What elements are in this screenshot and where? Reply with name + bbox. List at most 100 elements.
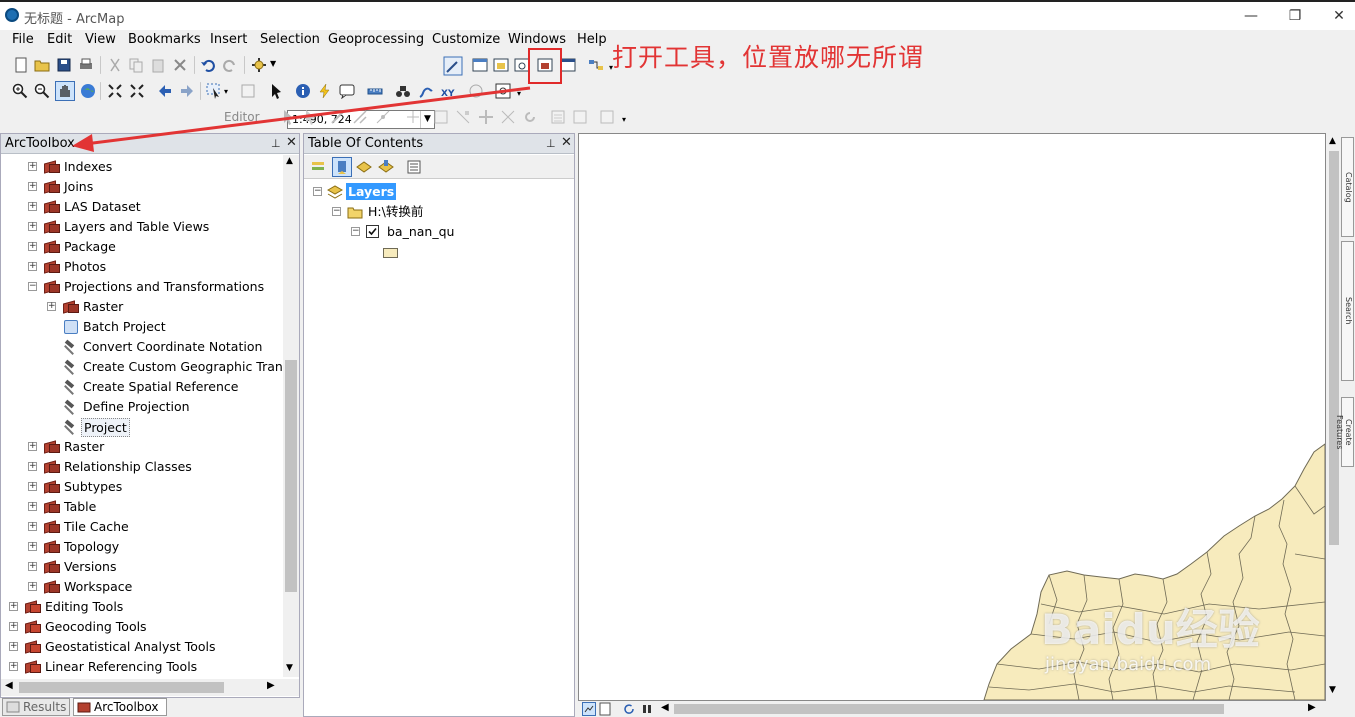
add-data-icon[interactable] xyxy=(251,57,267,73)
tree-item-raster[interactable]: + Raster xyxy=(1,437,281,457)
dock-search-tab[interactable]: Search xyxy=(1341,241,1354,381)
tree-item-package[interactable]: + Package xyxy=(1,237,281,257)
expand-plus-icon[interactable]: + xyxy=(28,522,37,531)
tab-results[interactable]: Results xyxy=(2,698,70,716)
undo-icon[interactable] xyxy=(200,57,216,73)
list-by-visibility-icon[interactable] xyxy=(356,159,372,175)
create-features-icon[interactable] xyxy=(599,109,615,125)
toolbar-options-icon[interactable]: ▾ xyxy=(622,115,626,124)
expand-plus-icon[interactable]: + xyxy=(28,242,37,251)
add-data-dropdown-icon[interactable]: ▼ xyxy=(270,59,276,68)
menu-file[interactable]: File xyxy=(10,32,36,47)
collapse-minus-icon[interactable]: − xyxy=(313,187,322,196)
pause-drawing-icon[interactable] xyxy=(640,702,654,716)
menu-bookmarks[interactable]: Bookmarks xyxy=(126,32,203,47)
expand-plus-icon[interactable]: + xyxy=(9,622,18,631)
layer-visibility-checkbox[interactable] xyxy=(366,225,379,238)
print-icon[interactable] xyxy=(78,57,94,73)
tree-item-create-custom-geographic-transformation[interactable]: Create Custom Geographic Transf xyxy=(1,357,283,377)
tab-arctoolbox[interactable]: ArcToolbox xyxy=(73,698,167,716)
scrollbar-thumb[interactable] xyxy=(674,704,1224,714)
collapse-minus-icon[interactable]: − xyxy=(332,207,341,216)
horizontal-scrollbar[interactable]: ◀ ▶ xyxy=(1,679,299,696)
expand-plus-icon[interactable]: + xyxy=(47,302,56,311)
paste-icon[interactable] xyxy=(150,57,166,73)
menu-customize[interactable]: Customize xyxy=(430,32,502,47)
pin-icon[interactable]: ⊥ xyxy=(546,137,556,150)
list-by-selection-icon[interactable] xyxy=(378,159,394,175)
list-by-source-icon[interactable] xyxy=(332,157,352,177)
tree-item-indexes[interactable]: + Indexes xyxy=(1,157,281,177)
tree-item-tile-cache[interactable]: + Tile Cache xyxy=(1,517,281,537)
expand-plus-icon[interactable]: + xyxy=(9,662,18,671)
tree-item-subtypes[interactable]: + Subtypes xyxy=(1,477,281,497)
expand-plus-icon[interactable]: + xyxy=(9,642,18,651)
zoom-out-icon[interactable] xyxy=(34,83,50,99)
tree-item-las-dataset[interactable]: + LAS Dataset xyxy=(1,197,281,217)
python-window-icon[interactable] xyxy=(560,57,576,73)
scrollbar-thumb[interactable] xyxy=(285,360,297,592)
list-by-drawing-order-icon[interactable] xyxy=(310,159,326,175)
tree-item-raster-sub[interactable]: + Raster xyxy=(1,297,281,317)
expand-plus-icon[interactable]: + xyxy=(28,562,37,571)
tree-item-workspace[interactable]: + Workspace xyxy=(1,577,281,597)
tree-item-relationship-classes[interactable]: + Relationship Classes xyxy=(1,457,281,477)
dock-catalog-tab[interactable]: Catalog xyxy=(1341,137,1354,237)
scroll-right-icon[interactable]: ▶ xyxy=(267,680,275,691)
toc-layers-frame[interactable]: − Layers xyxy=(304,182,564,202)
tree-item-linear-referencing-tools[interactable]: + Linear Referencing Tools xyxy=(1,657,281,677)
tree-item-table[interactable]: + Table xyxy=(1,497,281,517)
save-icon[interactable] xyxy=(56,57,72,73)
restore-button[interactable]: ❐ xyxy=(1280,6,1310,26)
expand-plus-icon[interactable]: + xyxy=(28,462,37,471)
catalog-window-icon[interactable] xyxy=(493,57,509,73)
delete-icon[interactable] xyxy=(172,57,188,73)
model-builder-icon[interactable] xyxy=(588,57,604,73)
scroll-down-icon[interactable]: ▼ xyxy=(286,663,293,673)
tree-item-editing-tools[interactable]: + Editing Tools xyxy=(1,597,281,617)
vertical-scrollbar[interactable]: ▲ ▼ xyxy=(283,155,299,677)
refresh-icon[interactable] xyxy=(622,702,636,716)
expand-plus-icon[interactable]: + xyxy=(9,602,18,611)
toc-layer[interactable]: − ba_nan_qu xyxy=(304,222,564,242)
tree-item-versions[interactable]: + Versions xyxy=(1,557,281,577)
new-document-icon[interactable] xyxy=(13,57,29,73)
collapse-minus-icon[interactable]: − xyxy=(351,227,360,236)
table-of-contents-icon[interactable] xyxy=(472,57,488,73)
data-view-icon[interactable] xyxy=(582,702,596,716)
tree-item-layers-and-table-views[interactable]: + Layers and Table Views xyxy=(1,217,281,237)
tree-item-define-projection[interactable]: Define Projection xyxy=(1,397,281,417)
tree-item-photos[interactable]: + Photos xyxy=(1,257,281,277)
close-button[interactable]: ✕ xyxy=(1324,6,1354,26)
menu-help[interactable]: Help xyxy=(575,32,609,47)
expand-plus-icon[interactable]: + xyxy=(28,502,37,511)
collapse-minus-icon[interactable]: − xyxy=(28,282,37,291)
expand-plus-icon[interactable]: + xyxy=(28,442,37,451)
scroll-up-icon[interactable]: ▲ xyxy=(1329,136,1336,146)
tree-item-batch-project[interactable]: Batch Project xyxy=(1,317,281,337)
layer-symbol-swatch[interactable] xyxy=(383,248,398,258)
toc-options-icon[interactable] xyxy=(406,159,422,175)
expand-plus-icon[interactable]: + xyxy=(28,482,37,491)
zoom-in-icon[interactable] xyxy=(12,83,28,99)
expand-plus-icon[interactable]: + xyxy=(28,202,37,211)
expand-plus-icon[interactable]: + xyxy=(28,582,37,591)
open-folder-icon[interactable] xyxy=(34,57,50,73)
scroll-down-icon[interactable]: ▼ xyxy=(1329,685,1336,695)
menu-edit[interactable]: Edit xyxy=(45,32,74,47)
sketch-properties-icon[interactable] xyxy=(572,109,588,125)
menu-selection[interactable]: Selection xyxy=(258,32,322,47)
expand-plus-icon[interactable]: + xyxy=(28,182,37,191)
tree-item-project[interactable]: Project xyxy=(1,417,281,437)
cut-icon[interactable] xyxy=(107,57,123,73)
copy-icon[interactable] xyxy=(128,57,144,73)
expand-plus-icon[interactable]: + xyxy=(28,222,37,231)
dock-create-features-tab[interactable]: Create Features xyxy=(1335,397,1354,467)
menu-insert[interactable]: Insert xyxy=(208,32,249,47)
tree-item-joins[interactable]: + Joins xyxy=(1,177,281,197)
close-icon[interactable]: ✕ xyxy=(561,135,572,150)
scroll-right-icon[interactable]: ▶ xyxy=(1308,702,1316,713)
menu-windows[interactable]: Windows xyxy=(506,32,568,47)
toc-folder[interactable]: − H:\转换前 xyxy=(304,202,564,222)
tree-item-geostatistical-analyst-tools[interactable]: + Geostatistical Analyst Tools xyxy=(1,637,281,657)
